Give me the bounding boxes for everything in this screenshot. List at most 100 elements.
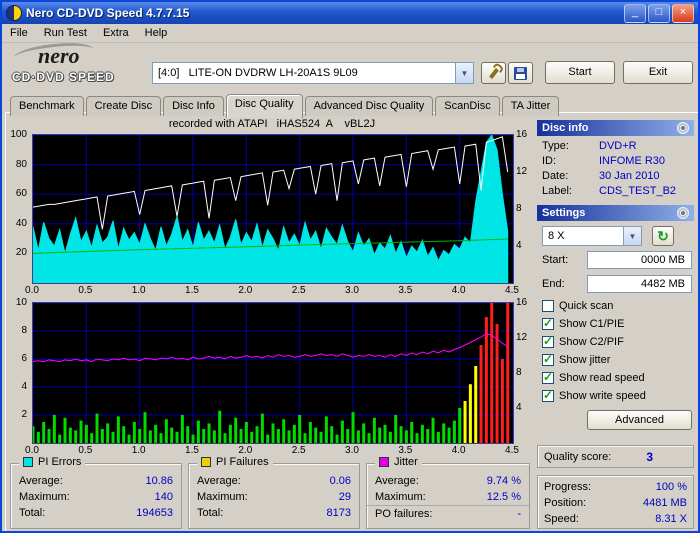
axis-tick-label: 4: [21, 381, 27, 392]
axis-tick-label: 16: [516, 129, 528, 140]
minimize-button[interactable]: _: [624, 3, 646, 23]
disc-type-row: Type: DVD+R: [542, 140, 692, 154]
stat-row: Maximum: 29: [189, 489, 359, 505]
window-title: Nero CD-DVD Speed 4.7.7.15: [26, 6, 190, 20]
axis-tick-label: 2: [21, 409, 27, 420]
tab-advanced-disc-quality[interactable]: Advanced Disc Quality: [304, 96, 434, 116]
checkbox-quick-scan[interactable]: Quick scan: [542, 298, 692, 314]
disc-info-title: Disc info: [542, 122, 589, 134]
axis-tick-label: 4.0: [451, 445, 466, 456]
pi-errors-total-label: Total:: [19, 507, 46, 519]
scan-speed-select[interactable]: 8 X ▼: [542, 226, 642, 246]
checkbox-show-read-speed[interactable]: Show read speed: [542, 370, 692, 386]
pi-errors-maximum-value: 140: [154, 491, 173, 503]
checkbox-show-write-speed[interactable]: Show write speed: [542, 388, 692, 404]
pi-errors-panel: PI Errors Average: 10.86 Maximum: 140 Tota…: [10, 456, 182, 529]
show-c2-pif-checkbox[interactable]: [542, 334, 554, 348]
advanced-button[interactable]: Advanced: [587, 410, 692, 430]
axis-tick-label: 1.5: [185, 285, 199, 296]
axis-tick-label: 1.0: [131, 445, 146, 456]
tab-create-disc[interactable]: Create Disc: [85, 96, 162, 116]
axis-tick-label: 6: [21, 353, 27, 364]
axis-tick-label: 16: [516, 297, 528, 308]
close-button[interactable]: ×: [672, 3, 694, 23]
end-position-input[interactable]: [587, 275, 692, 293]
quick-scan-checkbox[interactable]: [542, 300, 554, 312]
tab-benchmark[interactable]: Benchmark: [10, 96, 84, 116]
po-failures-value: -: [517, 508, 521, 520]
menu-extra[interactable]: Extra: [95, 25, 137, 41]
maximize-button[interactable]: □: [648, 3, 670, 23]
pi-errors-swatch: [23, 457, 33, 467]
pi-errors-maximum-label: Maximum:: [19, 491, 70, 503]
save-button[interactable]: [508, 62, 533, 84]
position-row: Position: 4481 MB: [538, 495, 693, 511]
stat-row: Average: 0.06: [189, 473, 359, 489]
checkbox-show-jitter[interactable]: Show jitter: [542, 352, 692, 368]
tab-disc-info[interactable]: Disc Info: [163, 96, 224, 116]
pi-failures-y-axis-left: 10 8 6 4 2: [2, 297, 29, 442]
show-read-speed-checkbox[interactable]: [542, 370, 554, 384]
axis-tick-label: 10: [15, 297, 27, 308]
axis-tick-label: 0.0: [25, 285, 39, 296]
jitter-panel: Jitter Average: 9.74 % Maximum: 12.5 % PO …: [366, 456, 530, 529]
disc-id-value: INFOME R30: [599, 155, 666, 167]
show-read-speed-label: Show read speed: [559, 372, 645, 384]
tools-button[interactable]: [481, 62, 506, 84]
axis-tick-label: 8: [516, 367, 522, 378]
pi-failures-panel: PI Failures Average: 0.06 Maximum: 29 Tota…: [188, 456, 360, 529]
stat-row: Total: 8173: [189, 505, 359, 521]
pi-errors-x-axis: 0.0 0.5 1.0 1.5 2.0 2.5 3.0 3.5 4.0 4.5: [25, 285, 519, 297]
exit-button[interactable]: Exit: [623, 61, 693, 84]
speed-chevron-down-icon[interactable]: ▼: [623, 227, 641, 245]
settings-header: Settings: [537, 205, 694, 221]
axis-tick-label: 8: [516, 203, 522, 214]
axis-tick-label: 20: [15, 247, 27, 259]
axis-tick-label: 0.0: [25, 445, 39, 456]
axis-tick-label: 1.0: [131, 285, 146, 296]
tab-ta-jitter[interactable]: TA Jitter: [501, 96, 560, 116]
wrench-icon: [488, 67, 499, 79]
jitter-average-value: 9.74 %: [486, 475, 521, 487]
show-write-speed-checkbox[interactable]: [542, 388, 554, 402]
menu-run-test[interactable]: Run Test: [36, 25, 95, 41]
pi-failures-maximum-label: Maximum:: [197, 491, 248, 503]
checkbox-show-c1-pie[interactable]: Show C1/PIE: [542, 316, 692, 332]
pi-failures-maximum-value: 29: [338, 491, 351, 503]
scan-speed-value: 8 X: [548, 230, 565, 242]
disc-id-row: ID: INFOME R30: [542, 155, 692, 169]
settings-icon: [677, 207, 689, 219]
jitter-swatch: [379, 457, 389, 467]
chevron-down-icon[interactable]: ▼: [455, 63, 473, 83]
checkbox-show-c2-pif[interactable]: Show C2/PIF: [542, 334, 692, 350]
save-icon: [514, 66, 527, 80]
refresh-button[interactable]: ↻: [652, 226, 674, 246]
tab-disc-quality[interactable]: Disc Quality: [225, 94, 303, 118]
start-button[interactable]: Start: [545, 61, 615, 84]
speed-label: Speed:: [544, 513, 579, 525]
logo-subtitle: CD·DVD SPEED: [12, 70, 115, 84]
tab-bar: Benchmark Create Disc Disc Info Disc Qua…: [10, 94, 561, 118]
disc-label-label: Label:: [542, 185, 572, 197]
axis-tick-label: 4: [516, 402, 522, 413]
pi-failures-total-label: Total:: [197, 507, 224, 519]
drive-select[interactable]: [4:0] LITE-ON DVDRW LH-20A1S 9L09 ▼: [152, 62, 474, 84]
axis-tick-label: 4.5: [505, 285, 519, 296]
show-c1-pie-checkbox[interactable]: [542, 316, 554, 330]
app-window: Nero CD-DVD Speed 4.7.7.15 _ □ × File Ru…: [0, 0, 700, 533]
menubar: File Run Test Extra Help: [2, 24, 698, 43]
menu-help[interactable]: Help: [137, 25, 176, 41]
pi-errors-y-axis-left: 100 80 60 40 20: [2, 129, 29, 282]
axis-tick-label: 2.0: [238, 285, 253, 296]
axis-tick-label: 4.5: [505, 445, 519, 456]
pi-failures-swatch: [201, 457, 211, 467]
menu-file[interactable]: File: [2, 25, 36, 41]
show-jitter-checkbox[interactable]: [542, 352, 554, 366]
axis-tick-label: 8: [21, 325, 27, 336]
show-c2-pif-label: Show C2/PIF: [559, 336, 624, 348]
tab-scandisc[interactable]: ScanDisc: [435, 96, 500, 116]
start-position-input[interactable]: [587, 251, 692, 269]
speed-value: 8.31 X: [655, 513, 687, 525]
pi-errors-total-value: 194653: [136, 507, 173, 519]
disc-date-value: 30 Jan 2010: [599, 170, 660, 182]
